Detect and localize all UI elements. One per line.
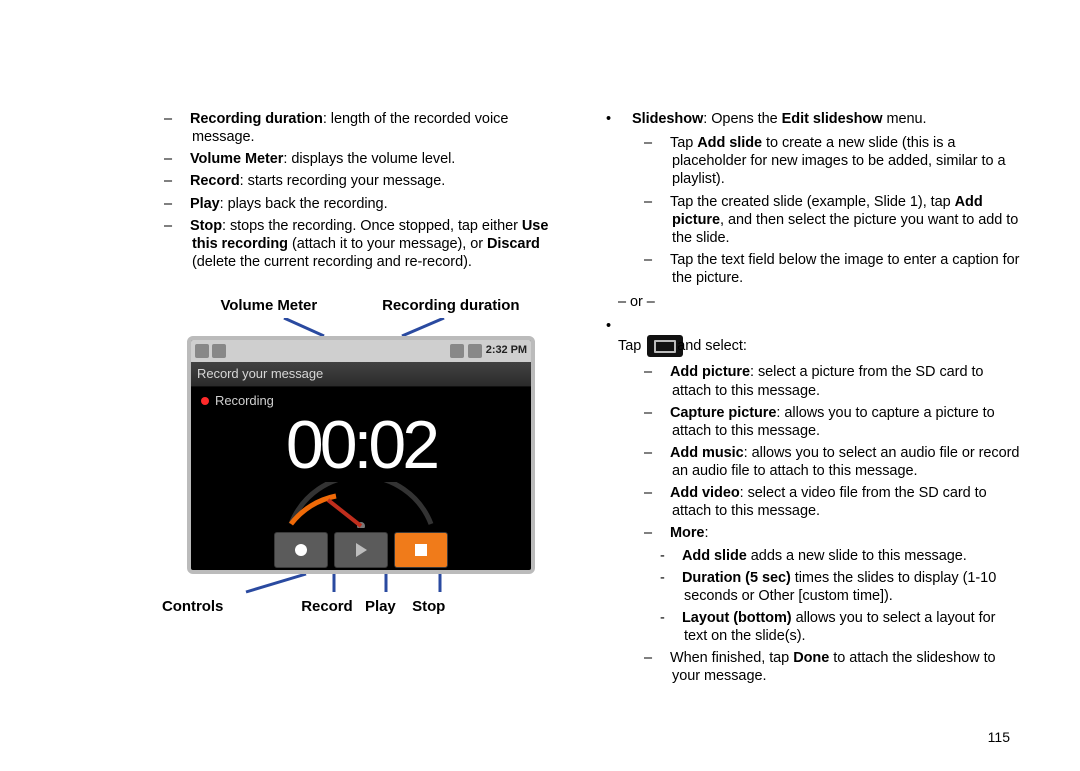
record-dot-icon bbox=[201, 397, 209, 405]
label-recording-duration: Recording duration bbox=[382, 297, 519, 316]
recorder-screenshot: Volume Meter Recording duration 2:32 PM … bbox=[160, 297, 562, 617]
label-controls: Controls bbox=[162, 598, 223, 617]
clock-text: 2:32 PM bbox=[486, 344, 527, 358]
stop-button[interactable] bbox=[394, 532, 448, 568]
volume-gauge bbox=[276, 482, 446, 528]
label-record: Record bbox=[301, 598, 352, 615]
timer-display: 00:02 bbox=[191, 403, 531, 488]
battery-icon bbox=[468, 344, 482, 358]
record-button[interactable] bbox=[274, 532, 328, 568]
label-play: Play bbox=[365, 598, 396, 615]
record-title-bar: Record your message bbox=[191, 362, 531, 387]
play-icon bbox=[356, 543, 367, 557]
stop-icon bbox=[415, 544, 427, 556]
record-icon bbox=[295, 544, 307, 556]
controls-row bbox=[191, 532, 531, 568]
slideshow-line: Slideshow: Opens the Edit slideshow menu… bbox=[618, 110, 1020, 128]
or-separator: – or – bbox=[618, 293, 1020, 311]
status-icon bbox=[195, 344, 209, 358]
phone-screen: 2:32 PM Record your message Recording 00… bbox=[187, 336, 535, 574]
label-volume-meter: Volume Meter bbox=[220, 297, 317, 316]
play-button[interactable] bbox=[334, 532, 388, 568]
page-number: 115 bbox=[988, 729, 1010, 745]
status-bar: 2:32 PM bbox=[191, 340, 531, 362]
status-icon bbox=[212, 344, 226, 358]
label-stop: Stop bbox=[412, 598, 445, 615]
left-definitions-list: Recording duration: length of the record… bbox=[160, 110, 562, 271]
tap-menu-line: Tap and select: bbox=[618, 317, 1020, 357]
signal-icon bbox=[450, 344, 464, 358]
